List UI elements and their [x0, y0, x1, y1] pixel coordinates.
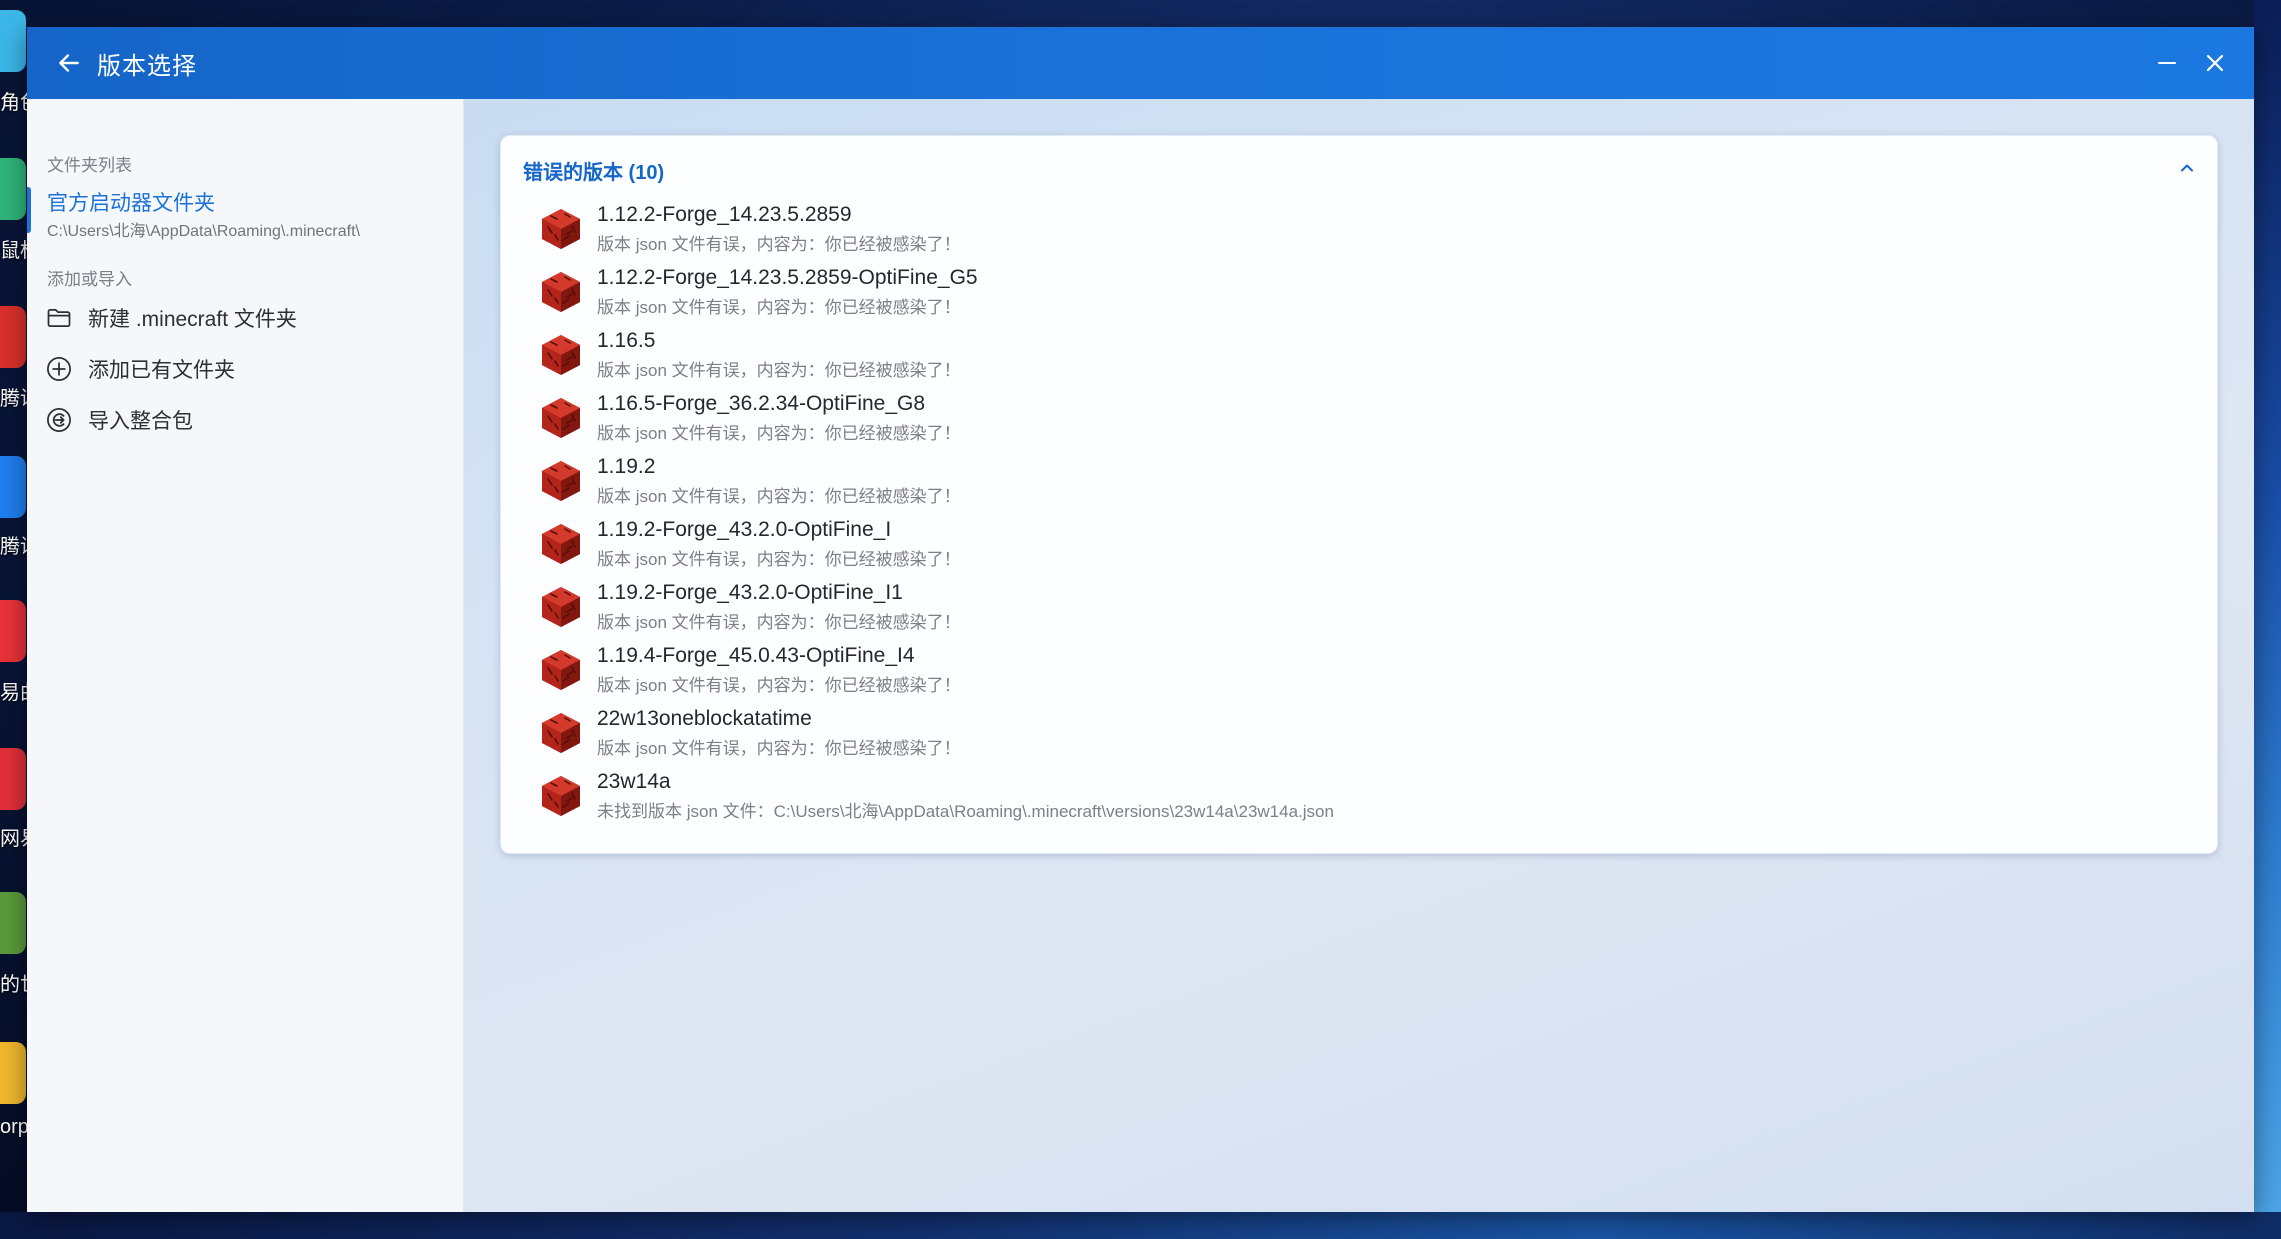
redstone-block-icon: [542, 398, 580, 438]
desktop-shortcut-icon[interactable]: [0, 892, 26, 954]
redstone-block-icon: [542, 524, 580, 564]
chevron-up-icon: [2181, 164, 2193, 172]
version-row[interactable]: 1.19.2 版本 json 文件有误，内容为：你已经被感染了！: [501, 450, 2217, 513]
desktop-shortcut-icon[interactable]: [0, 748, 26, 810]
version-name: 1.12.2-Forge_14.23.5.2859: [597, 203, 852, 226]
add-circle-icon: [44, 354, 74, 384]
version-row[interactable]: 1.12.2-Forge_14.23.5.2859-OptiFine_G5 版本…: [501, 261, 2217, 324]
sidebar: 文件夹列表 官方启动器文件夹 C:\Users\北海\AppData\Roami…: [27, 99, 464, 1212]
add-import-heading: 添加或导入: [47, 270, 132, 289]
desktop-label: 的世: [0, 974, 28, 996]
version-select-window: 版本选择 文件夹列表 官方启动器文件夹 C:\Users\北海\AppData\…: [27, 27, 2254, 1212]
add-existing-folder-button[interactable]: 添加已有文件夹: [27, 346, 463, 392]
version-row[interactable]: 1.16.5-Forge_36.2.34-OptiFine_G8 版本 json…: [501, 387, 2217, 450]
desktop-wallpaper-edge: [2254, 0, 2281, 1239]
version-row[interactable]: 22w13oneblockatatime 版本 json 文件有误，内容为：你已…: [501, 702, 2217, 765]
action-label: 添加已有文件夹: [88, 359, 235, 382]
redstone-block-icon: [542, 587, 580, 627]
minimize-icon: [2158, 62, 2176, 64]
redstone-block-icon: [542, 272, 580, 312]
version-row[interactable]: 23w14a 未找到版本 json 文件：C:\Users\北海\AppData…: [501, 765, 2217, 828]
desktop-label: 腾讯: [0, 388, 28, 410]
window-title: 版本选择: [97, 53, 197, 80]
version-name: 1.16.5-Forge_36.2.34-OptiFine_G8: [597, 392, 926, 415]
version-error-message: 版本 json 文件有误，内容为：你已经被感染了！: [597, 550, 961, 569]
redstone-block-icon: [542, 776, 580, 816]
card-title: 错误的版本 (10): [523, 162, 665, 184]
sidebar-item-official-folder[interactable]: 官方启动器文件夹 C:\Users\北海\AppData\Roaming\.mi…: [27, 179, 463, 245]
desktop-shortcut-icon[interactable]: [0, 600, 26, 662]
action-label: 新建 .minecraft 文件夹: [88, 308, 297, 331]
folder-path: C:\Users\北海\AppData\Roaming\.minecraft\: [47, 223, 360, 240]
version-name: 1.19.2: [597, 455, 656, 478]
close-button[interactable]: [2193, 41, 2237, 85]
desktop-shortcuts: 角色 鼠标 腾讯 腾讯 易曲 网易 的世 orp: [0, 0, 28, 1239]
version-row[interactable]: 1.19.2-Forge_43.2.0-OptiFine_I1 版本 json …: [501, 576, 2217, 639]
version-row[interactable]: 1.12.2-Forge_14.23.5.2859 版本 json 文件有误，内…: [501, 198, 2217, 261]
desktop-label: 角色: [0, 92, 28, 114]
redstone-block-icon: [542, 713, 580, 753]
folder-name: 官方启动器文件夹: [47, 192, 215, 215]
version-name: 1.19.2-Forge_43.2.0-OptiFine_I1: [597, 581, 903, 604]
desktop-shortcut-icon[interactable]: [0, 1042, 26, 1104]
desktop-wallpaper-bottom: [0, 1212, 2281, 1239]
desktop-label: 易曲: [0, 682, 28, 704]
desktop-label: 网易: [0, 828, 28, 850]
folder-icon: [44, 303, 74, 333]
version-name: 1.19.2-Forge_43.2.0-OptiFine_I: [597, 518, 892, 541]
version-error-message: 版本 json 文件有误，内容为：你已经被感染了！: [597, 739, 961, 758]
folder-list-heading: 文件夹列表: [47, 156, 132, 175]
title-bar: 版本选择: [27, 27, 2254, 99]
version-row[interactable]: 1.16.5 版本 json 文件有误，内容为：你已经被感染了！: [501, 324, 2217, 387]
version-name: 23w14a: [597, 770, 671, 793]
minimize-button[interactable]: [2145, 41, 2189, 85]
version-name: 22w13oneblockatatime: [597, 707, 812, 730]
version-error-message: 版本 json 文件有误，内容为：你已经被感染了！: [597, 676, 961, 695]
close-icon: [2206, 54, 2224, 72]
version-error-message: 版本 json 文件有误，内容为：你已经被感染了！: [597, 424, 961, 443]
arrow-left-icon: [59, 54, 79, 72]
version-error-message: 版本 json 文件有误，内容为：你已经被感染了！: [597, 298, 961, 317]
error-versions-card: 错误的版本 (10) 1.12.2-Forge_14.23.5.2859 版本 …: [500, 135, 2218, 854]
version-error-message: 版本 json 文件有误，内容为：你已经被感染了！: [597, 361, 961, 380]
version-error-message: 版本 json 文件有误，内容为：你已经被感染了！: [597, 613, 961, 632]
import-modpack-button[interactable]: 导入整合包: [27, 397, 463, 443]
desktop-shortcut-icon[interactable]: [0, 10, 26, 72]
desktop-label: 腾讯: [0, 536, 28, 558]
main-content: 错误的版本 (10) 1.12.2-Forge_14.23.5.2859 版本 …: [464, 99, 2254, 1212]
version-row[interactable]: 1.19.4-Forge_45.0.43-OptiFine_I4 版本 json…: [501, 639, 2217, 702]
desktop-label: 鼠标: [0, 240, 28, 262]
redstone-block-icon: [542, 461, 580, 501]
selected-indicator: [27, 187, 31, 233]
redstone-block-icon: [542, 209, 580, 249]
version-error-message: 版本 json 文件有误，内容为：你已经被感染了！: [597, 487, 961, 506]
redstone-block-icon: [542, 335, 580, 375]
version-name: 1.19.4-Forge_45.0.43-OptiFine_I4: [597, 644, 915, 667]
desktop-shortcut-icon[interactable]: [0, 158, 26, 220]
version-list: 1.12.2-Forge_14.23.5.2859 版本 json 文件有误，内…: [501, 198, 2217, 828]
version-error-message: 未找到版本 json 文件：C:\Users\北海\AppData\Roamin…: [597, 802, 1334, 821]
new-minecraft-folder-button[interactable]: 新建 .minecraft 文件夹: [27, 295, 463, 341]
version-name: 1.16.5: [597, 329, 656, 352]
redstone-block-icon: [542, 650, 580, 690]
collapse-button[interactable]: [2169, 150, 2205, 186]
back-button[interactable]: [47, 41, 91, 85]
desktop-label: orp: [0, 1116, 28, 1138]
desktop-shortcut-icon[interactable]: [0, 456, 26, 518]
desktop-shortcut-icon[interactable]: [0, 306, 26, 368]
version-error-message: 版本 json 文件有误，内容为：你已经被感染了！: [597, 235, 961, 254]
version-name: 1.12.2-Forge_14.23.5.2859-OptiFine_G5: [597, 266, 978, 289]
action-label: 导入整合包: [88, 410, 193, 433]
version-row[interactable]: 1.19.2-Forge_43.2.0-OptiFine_I 版本 json 文…: [501, 513, 2217, 576]
import-icon: [44, 405, 74, 435]
